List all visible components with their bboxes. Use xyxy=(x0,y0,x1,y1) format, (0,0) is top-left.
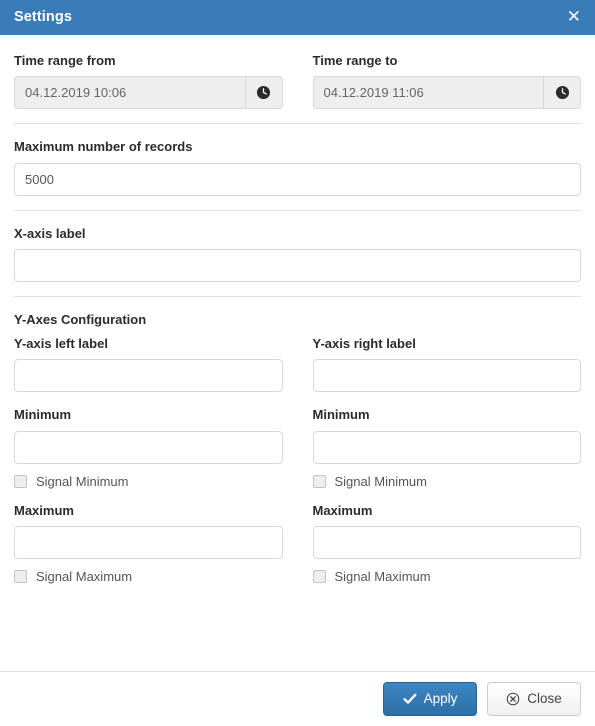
time-range-to-label: Time range to xyxy=(312,53,398,68)
y-axes-maximum-row: Maximum Signal Maximum Maximum Signal Ma… xyxy=(14,502,582,584)
time-range-section: Time range from Time range to xyxy=(14,35,581,125)
y-axis-left-label-group: Y-axis left label xyxy=(14,336,283,393)
x-axis-section: X-axis label xyxy=(14,211,581,297)
close-x-icon[interactable]: ✕ xyxy=(567,9,581,26)
time-range-from-input[interactable] xyxy=(14,76,245,110)
y-axis-left-minimum-input[interactable] xyxy=(14,430,283,464)
apply-button[interactable]: Apply xyxy=(383,682,477,716)
y-axes-section: Y-Axes Configuration Y-axis left label Y… xyxy=(14,297,581,597)
y-axis-left-signal-minimum-checkbox[interactable] xyxy=(14,474,27,488)
circle-x-icon xyxy=(506,692,520,706)
dialog-body: Time range from Time range to xyxy=(0,35,595,671)
dialog-title: Settings xyxy=(14,9,72,26)
y-axis-right-label-input[interactable] xyxy=(312,359,581,393)
y-axis-right-label-group: Y-axis right label xyxy=(312,336,581,393)
close-button-label: Close xyxy=(527,691,562,707)
y-axis-right-signal-minimum-label[interactable]: Signal Minimum xyxy=(335,475,427,488)
max-records-label: Maximum number of records xyxy=(14,139,193,155)
y-axis-left-maximum-input[interactable] xyxy=(14,526,283,560)
check-icon xyxy=(402,693,417,705)
y-axis-right-signal-maximum-label[interactable]: Signal Maximum xyxy=(335,570,431,583)
y-axis-left-signal-minimum-row: Signal Minimum xyxy=(14,474,283,488)
y-axis-left-signal-maximum-label[interactable]: Signal Maximum xyxy=(36,570,132,583)
y-axis-left-signal-minimum-label[interactable]: Signal Minimum xyxy=(36,475,128,488)
time-range-row: Time range from Time range to xyxy=(14,53,581,110)
y-axis-right-signal-minimum-row: Signal Minimum xyxy=(312,474,582,488)
y-axis-left-minimum-title: Minimum xyxy=(14,407,72,423)
y-axis-left-label-title: Y-axis left label xyxy=(14,336,108,352)
y-axis-left-maximum-title: Maximum xyxy=(14,502,74,518)
y-axis-right-maximum-title: Maximum xyxy=(312,502,373,518)
settings-dialog: Settings ✕ Time range from 04.12.2019 10… xyxy=(0,0,595,726)
y-axis-right-signal-maximum-row: Signal Maximum xyxy=(312,570,582,584)
x-axis-label-input[interactable] xyxy=(14,248,581,282)
y-axis-left-label-input[interactable] xyxy=(14,359,283,393)
y-axis-left-signal-maximum-checkbox[interactable] xyxy=(14,570,27,584)
dialog-footer: Apply Close xyxy=(0,671,595,726)
y-axis-right-minimum-title: Minimum xyxy=(312,407,370,423)
y-axis-right-signal-minimum-checkbox[interactable] xyxy=(312,474,326,488)
y-axis-left-signal-maximum-row: Signal Maximum xyxy=(14,570,283,584)
y-axis-left-maximum-group: Maximum Signal Maximum xyxy=(14,502,283,584)
y-axis-right-minimum-input[interactable] xyxy=(312,430,581,464)
time-range-from-group: Time range from xyxy=(14,53,283,110)
y-axis-right-label-title: Y-axis right label xyxy=(312,336,416,352)
y-axis-left-minimum-group: Minimum Signal Minimum xyxy=(14,407,283,488)
y-axis-right-maximum-input[interactable] xyxy=(312,526,581,560)
dialog-header: Settings ✕ xyxy=(0,0,595,35)
y-axis-right-maximum-group: Maximum Signal Maximum xyxy=(312,502,582,584)
time-range-to-input[interactable] xyxy=(312,76,543,110)
time-range-from-label: Time range from xyxy=(14,53,116,68)
max-records-input[interactable] xyxy=(14,162,581,196)
time-range-from-input-group xyxy=(14,76,283,110)
x-axis-label: X-axis label xyxy=(14,225,86,241)
time-range-to-input-group xyxy=(312,76,581,110)
y-axis-right-signal-maximum-checkbox[interactable] xyxy=(312,570,326,584)
apply-button-label: Apply xyxy=(423,691,458,707)
y-axis-right-minimum-group: Minimum Signal Minimum xyxy=(312,407,582,488)
clock-icon[interactable] xyxy=(543,76,581,110)
close-button[interactable]: Close xyxy=(487,682,581,716)
y-axes-minimum-row: Minimum Signal Minimum Minimum Signal Mi… xyxy=(14,407,582,488)
y-axes-group-title: Y-Axes Configuration xyxy=(14,311,147,327)
clock-icon[interactable] xyxy=(244,76,283,110)
y-axes-label-row: Y-axis left label Y-axis right label xyxy=(14,336,581,393)
time-range-to-group: Time range to xyxy=(312,53,581,110)
max-records-section: Maximum number of records xyxy=(14,124,581,211)
